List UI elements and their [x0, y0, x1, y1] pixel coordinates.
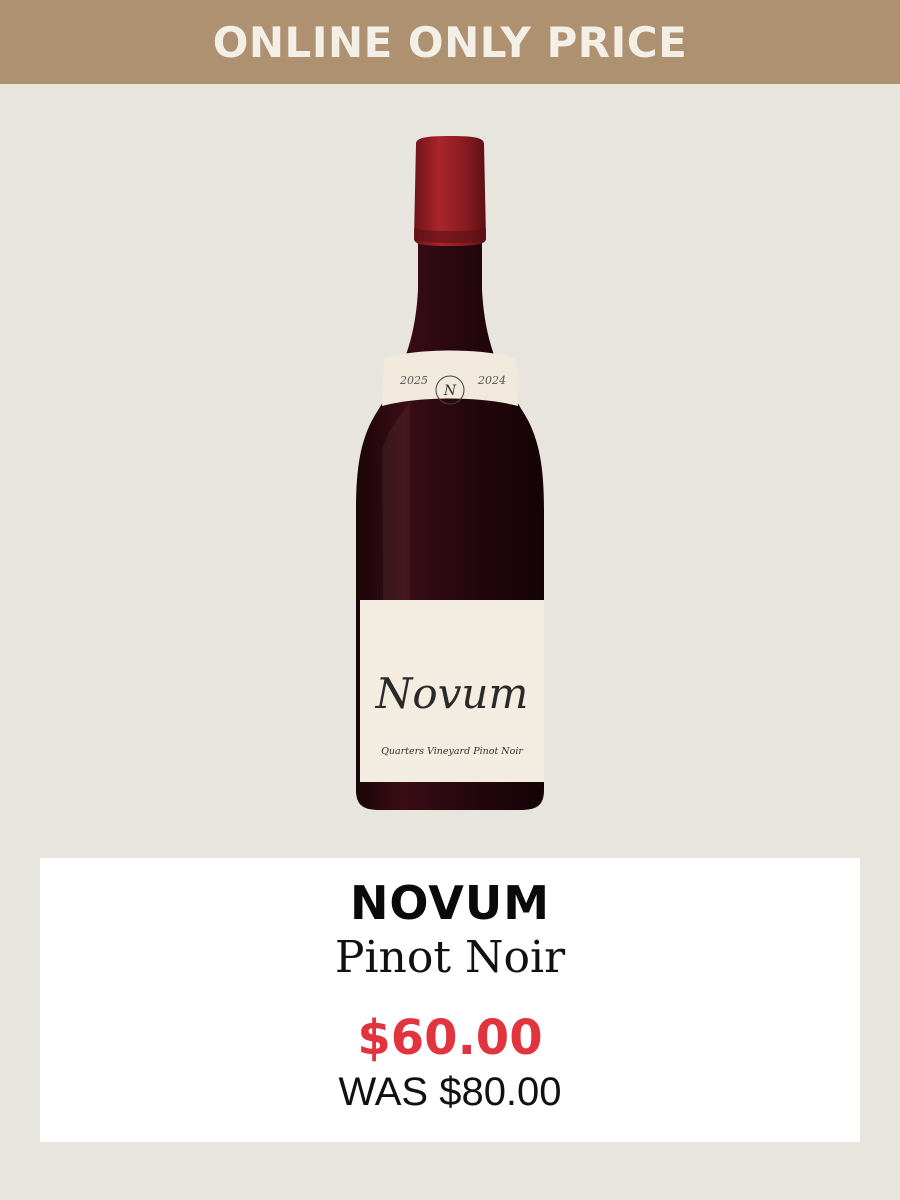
svg-text:N: N	[443, 383, 457, 399]
svg-text:Quarters Vineyard Pinot Noir: Quarters Vineyard Pinot Noir	[381, 746, 524, 757]
product-image[interactable]: 2025 2024 N Novum Quarters Vineyard Pino…	[340, 130, 560, 820]
svg-text:2025: 2025	[399, 374, 428, 387]
product-brand: NOVUM	[349, 876, 551, 930]
original-price: WAS $80.00	[338, 1070, 562, 1114]
product-varietal: Pinot Noir	[334, 932, 566, 983]
sale-price: $60.00	[357, 1010, 543, 1066]
wine-bottle-image: 2025 2024 N Novum Quarters Vineyard Pino…	[356, 136, 544, 810]
svg-text:Novum: Novum	[375, 669, 529, 718]
banner-text: ONLINE ONLY PRICE	[212, 17, 688, 67]
promo-banner: ONLINE ONLY PRICE	[0, 0, 900, 84]
svg-text:2024: 2024	[477, 374, 506, 387]
product-info-card[interactable]: NOVUM Pinot Noir $60.00 WAS $80.00	[40, 858, 860, 1142]
